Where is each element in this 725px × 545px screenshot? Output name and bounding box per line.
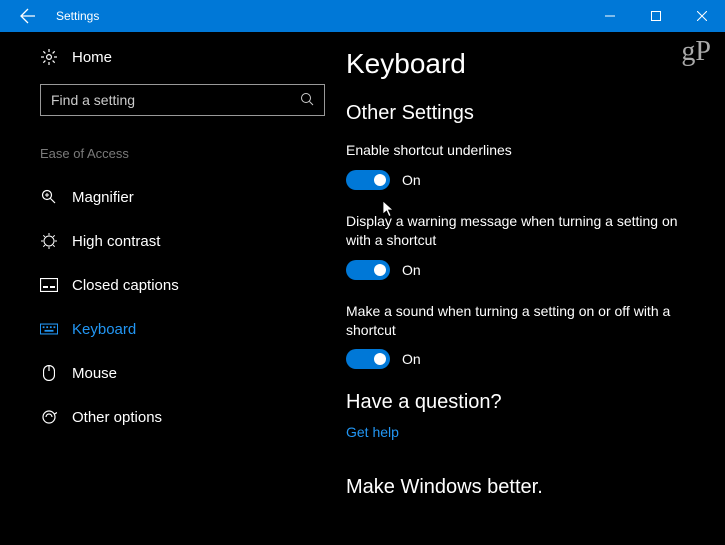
watermark: gP — [681, 36, 711, 68]
minimize-button[interactable] — [587, 0, 633, 32]
sidebar-item-mouse[interactable]: Mouse — [40, 351, 340, 395]
sidebar-item-keyboard[interactable]: Keyboard — [40, 307, 340, 351]
window-title: Settings — [56, 9, 99, 23]
category-heading: Ease of Access — [40, 146, 340, 161]
home-label: Home — [72, 49, 112, 66]
sidebar-item-label: Closed captions — [72, 277, 179, 294]
search-placeholder: Find a setting — [51, 92, 135, 108]
home-link[interactable]: Home — [40, 48, 340, 66]
keyboard-icon — [40, 320, 58, 338]
better-heading: Make Windows better. — [346, 476, 703, 499]
sidebar-item-other-options[interactable]: Other options — [40, 395, 340, 439]
main-panel: Keyboard Other Settings Enable shortcut … — [340, 32, 725, 545]
sidebar-item-label: Magnifier — [72, 189, 134, 206]
toggle-state: On — [402, 351, 421, 367]
contrast-icon — [40, 232, 58, 250]
maximize-icon — [651, 11, 661, 21]
back-button[interactable] — [8, 8, 48, 24]
toggle-state: On — [402, 172, 421, 188]
maximize-button[interactable] — [633, 0, 679, 32]
get-help-link[interactable]: Get help — [346, 424, 703, 440]
toggle-sound[interactable] — [346, 349, 390, 369]
question-heading: Have a question? — [346, 391, 703, 414]
magnifier-icon — [40, 188, 58, 206]
toggle-state: On — [402, 262, 421, 278]
captions-icon — [40, 276, 58, 294]
sidebar: Home Find a setting Ease of Access Magni… — [0, 32, 340, 545]
page-title: Keyboard — [346, 48, 703, 80]
sidebar-item-closed-captions[interactable]: Closed captions — [40, 263, 340, 307]
setting-label: Display a warning message when turning a… — [346, 212, 703, 250]
back-arrow-icon — [20, 8, 36, 24]
sidebar-item-label: Mouse — [72, 365, 117, 382]
sidebar-item-label: Other options — [72, 409, 162, 426]
close-icon — [697, 11, 707, 21]
gear-icon — [40, 48, 58, 66]
titlebar: Settings — [0, 0, 725, 32]
search-input[interactable]: Find a setting — [40, 84, 325, 116]
toggle-warning-message[interactable] — [346, 260, 390, 280]
section-title: Other Settings — [346, 102, 703, 125]
close-button[interactable] — [679, 0, 725, 32]
minimize-icon — [605, 11, 615, 21]
toggle-shortcut-underlines[interactable] — [346, 170, 390, 190]
setting-label: Make a sound when turning a setting on o… — [346, 302, 703, 340]
sidebar-item-magnifier[interactable]: Magnifier — [40, 175, 340, 219]
sidebar-item-label: High contrast — [72, 233, 160, 250]
sidebar-item-label: Keyboard — [72, 321, 136, 338]
setting-label: Enable shortcut underlines — [346, 141, 703, 160]
search-icon — [300, 92, 314, 109]
sidebar-item-high-contrast[interactable]: High contrast — [40, 219, 340, 263]
mouse-icon — [40, 364, 58, 382]
options-icon — [40, 408, 58, 426]
